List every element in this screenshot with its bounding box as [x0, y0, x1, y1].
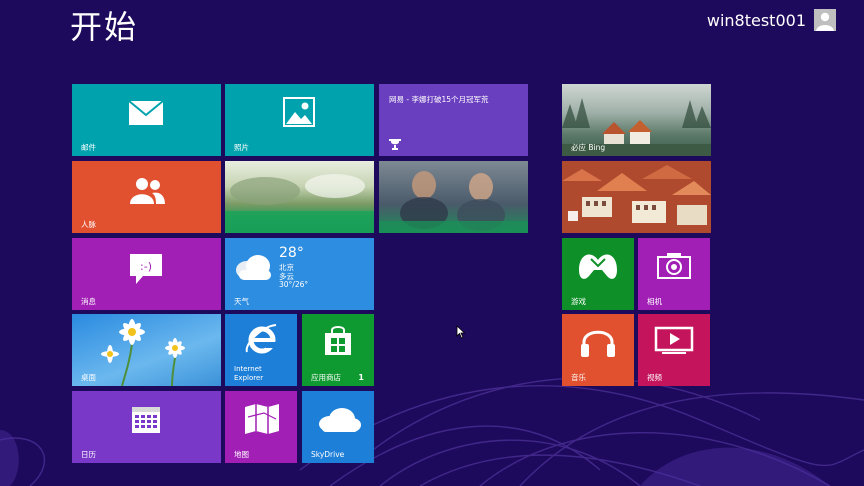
- weather-range: 30°/26°: [279, 280, 309, 289]
- tile-store[interactable]: 应用商店 1: [302, 314, 374, 386]
- tile-news[interactable]: 网易 - 李娜打破15个月冠军荒: [379, 84, 528, 156]
- weather-temperature: 28°: [279, 245, 304, 261]
- trophy-icon: [389, 139, 401, 150]
- tile-video-label: 视频: [647, 373, 662, 382]
- headphones-icon: [581, 330, 615, 357]
- tile-ie-label-line2: Explorer: [234, 374, 264, 382]
- tile-video[interactable]: 视频: [638, 314, 710, 386]
- tile-photos[interactable]: 照片: [225, 84, 374, 156]
- messaging-icon: :-): [130, 254, 162, 284]
- store-bag-icon: [325, 326, 351, 355]
- tile-calendar-label: 日历: [81, 450, 96, 459]
- news-headline: 网易 - 李娜打破15个月冠军荒: [389, 95, 489, 104]
- people-icon: [130, 178, 165, 204]
- user-name[interactable]: win8test001: [707, 11, 806, 30]
- maps-icon: [245, 404, 279, 434]
- photos-icon: [283, 97, 315, 127]
- tile-mail[interactable]: 邮件: [72, 84, 221, 156]
- tile-skydrive[interactable]: SkyDrive: [302, 391, 374, 463]
- tile-weather[interactable]: 28° 北京 多云 30°/26° 天气: [225, 238, 374, 310]
- cloud-icon: [236, 255, 271, 280]
- tile-people[interactable]: 人脉: [72, 161, 221, 233]
- blurred-people-photo-icon: [379, 171, 528, 233]
- tile-photos-label: 照片: [234, 143, 249, 152]
- tile-desktop-label: 桌面: [81, 373, 96, 382]
- tile-maps-label: 地图: [234, 450, 249, 459]
- store-update-badge: 1: [358, 373, 364, 382]
- tile-music-label: 音乐: [571, 373, 586, 382]
- blurred-photo-icon: [225, 174, 374, 233]
- mail-icon: [128, 100, 164, 125]
- tile-store-label: 应用商店: [311, 373, 341, 382]
- tile-weather-label: 天气: [234, 297, 249, 306]
- tile-live-photo[interactable]: [225, 161, 374, 233]
- tile-bing-label: 必应 Bing: [571, 143, 606, 152]
- tile-travel[interactable]: [562, 161, 711, 233]
- camera-icon: [657, 253, 691, 279]
- tile-desktop[interactable]: 桌面: [72, 314, 221, 386]
- skydrive-cloud-icon: [319, 408, 361, 432]
- user-avatar-icon[interactable]: [814, 9, 836, 31]
- city-roofs-photo-icon: [562, 161, 711, 233]
- tile-people-label: 人脉: [81, 220, 96, 229]
- tile-calendar[interactable]: 日历: [72, 391, 221, 463]
- tile-ie-label-line1: Internet: [234, 365, 262, 373]
- tile-bing[interactable]: 必应 Bing: [562, 84, 711, 156]
- mouse-pointer-icon: [456, 325, 466, 339]
- tile-messaging-label: 消息: [81, 297, 96, 306]
- start-title: 开始: [70, 8, 139, 46]
- tile-games-label: 游戏: [571, 297, 586, 306]
- svg-text::-): :-): [140, 260, 152, 273]
- user-account[interactable]: win8test001: [707, 9, 836, 31]
- tile-mail-label: 邮件: [81, 143, 96, 152]
- tile-camera-label: 相机: [647, 297, 662, 306]
- tile-music[interactable]: 音乐: [562, 314, 634, 386]
- tile-maps[interactable]: 地图: [225, 391, 297, 463]
- tile-camera[interactable]: 相机: [638, 238, 710, 310]
- video-player-icon: [654, 326, 694, 354]
- calendar-icon: [132, 407, 160, 433]
- xbox-games-icon: [579, 254, 617, 279]
- ie-icon: [245, 324, 277, 354]
- tile-games[interactable]: 游戏: [562, 238, 634, 310]
- tile-skydrive-label: SkyDrive: [311, 450, 345, 459]
- tile-live-video[interactable]: [379, 161, 528, 233]
- tile-internet-explorer[interactable]: Internet Explorer: [225, 314, 297, 386]
- tile-messaging[interactable]: :-) 消息: [72, 238, 221, 310]
